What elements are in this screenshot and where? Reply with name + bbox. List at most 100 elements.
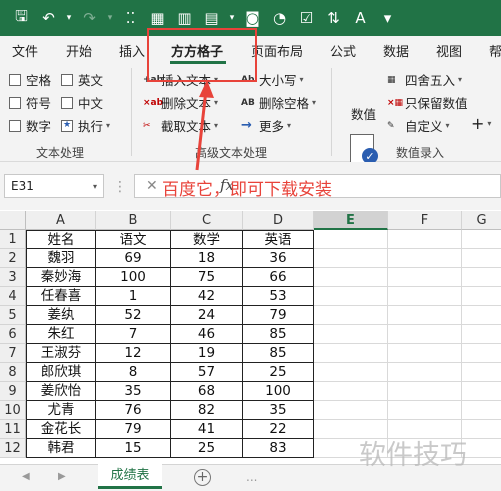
table-cell[interactable]: 15 (96, 439, 171, 458)
table-cell[interactable]: 姜欣怡 (26, 382, 96, 401)
shapes-icon[interactable]: ◔ (266, 6, 293, 30)
table-cell[interactable]: 22 (243, 420, 314, 439)
table-cell[interactable]: 25 (171, 439, 243, 458)
header-cell[interactable]: 英语 (243, 230, 314, 249)
value-button[interactable]: 数值 (351, 104, 376, 123)
table-cell[interactable] (314, 382, 388, 401)
table-cell[interactable]: 85 (243, 344, 314, 363)
table-cell[interactable] (388, 249, 462, 268)
keep-value-button[interactable]: ×▦ 只保留数值 (387, 93, 468, 112)
next-sheet-icon[interactable]: ▶ (58, 471, 66, 482)
table-cell[interactable] (314, 401, 388, 420)
undo-icon[interactable]: ↶ (35, 6, 62, 30)
table-cell[interactable]: 79 (243, 306, 314, 325)
table-cell[interactable]: 76 (96, 401, 171, 420)
table-cell[interactable]: 82 (171, 401, 243, 420)
symbol-checkbox-box[interactable] (9, 96, 21, 109)
table-cell[interactable]: 57 (171, 363, 243, 382)
splitter-handle-icon[interactable]: ⋮ (113, 179, 128, 195)
calculator-icon[interactable]: ▦ (144, 6, 171, 30)
table-cell[interactable]: 25 (243, 363, 314, 382)
add-sheet-icon[interactable]: + (194, 469, 211, 486)
table-cell[interactable]: 42 (171, 287, 243, 306)
row-header-10[interactable]: 10 (0, 401, 26, 420)
chart-icon[interactable]: ▥ (171, 6, 198, 30)
number-checkbox-box[interactable] (9, 119, 21, 132)
tab-formula[interactable]: 公式 (330, 41, 356, 60)
custom-button[interactable]: ✎ 自定义 ▾ (387, 116, 450, 135)
table-cell[interactable] (462, 439, 501, 458)
table-cell[interactable]: 79 (96, 420, 171, 439)
table-cell[interactable] (462, 401, 501, 420)
table-cell[interactable]: 68 (171, 382, 243, 401)
column-header-a[interactable]: A (26, 211, 96, 230)
row-header-7[interactable]: 7 (0, 344, 26, 363)
table-cell[interactable] (314, 249, 388, 268)
more-button[interactable]: → 更多 ▾ (241, 116, 291, 135)
cut-text-button[interactable]: ✂ 截取文本 ▾ (143, 116, 218, 135)
row-header-2[interactable]: 2 (0, 249, 26, 268)
checkbox-icon[interactable]: ☑ (293, 6, 320, 30)
row-header-8[interactable]: 8 (0, 363, 26, 382)
table-cell[interactable]: 7 (96, 325, 171, 344)
round-button[interactable]: ▦ 四舍五入 ▾ (387, 70, 462, 89)
table-cell[interactable] (462, 287, 501, 306)
table-cell[interactable]: 1 (96, 287, 171, 306)
table-cell[interactable]: 18 (171, 249, 243, 268)
table-cell[interactable] (462, 325, 501, 344)
table-cell[interactable]: 魏羽 (26, 249, 96, 268)
table-cell[interactable] (314, 325, 388, 344)
space-checkbox[interactable]: 空格 (9, 70, 51, 89)
font-size-icon[interactable]: A (347, 6, 374, 30)
table-cell[interactable]: 83 (243, 439, 314, 458)
table-cell[interactable] (462, 344, 501, 363)
table-cell[interactable]: 24 (171, 306, 243, 325)
table-cell[interactable]: 66 (243, 268, 314, 287)
table-cell[interactable] (388, 306, 462, 325)
table-cell[interactable]: 朱红 (26, 325, 96, 344)
table-cell[interactable] (314, 363, 388, 382)
table-cell[interactable]: 100 (96, 268, 171, 287)
table-cell[interactable]: 王淑芬 (26, 344, 96, 363)
table-cell[interactable] (388, 363, 462, 382)
table-cell[interactable] (388, 401, 462, 420)
column-header-g[interactable]: G (462, 211, 501, 230)
chinese-checkbox-box[interactable] (61, 96, 73, 109)
table-cell[interactable]: 36 (243, 249, 314, 268)
table-cell[interactable] (462, 420, 501, 439)
table-cell[interactable] (388, 268, 462, 287)
prev-sheet-icon[interactable]: ◀ (22, 471, 30, 482)
table-cell[interactable]: 46 (171, 325, 243, 344)
execute-button[interactable]: ★ 执行 ▾ (61, 116, 110, 135)
table-cell[interactable] (462, 382, 501, 401)
column-header-d[interactable]: D (243, 211, 314, 230)
table-cell[interactable]: 金花长 (26, 420, 96, 439)
table-cell[interactable]: 53 (243, 287, 314, 306)
table-cell[interactable] (388, 344, 462, 363)
table-cell[interactable]: 100 (243, 382, 314, 401)
row-header-3[interactable]: 3 (0, 268, 26, 287)
undo-dropdown-icon[interactable]: ▾ (62, 6, 76, 30)
english-checkbox-box[interactable] (61, 73, 73, 86)
column-header-b[interactable]: B (96, 211, 171, 230)
table-cell[interactable] (314, 306, 388, 325)
number-checkbox[interactable]: 数字 (9, 116, 51, 135)
header-cell[interactable] (388, 230, 462, 249)
cancel-icon[interactable]: ✕ (146, 178, 158, 194)
tab-data[interactable]: 数据 (383, 41, 409, 60)
delete-space-button[interactable]: AB 删除空格 ▾ (241, 93, 316, 112)
customize-qat-icon[interactable]: ▾ (374, 6, 401, 30)
english-checkbox[interactable]: 英文 (61, 70, 103, 89)
tab-insert[interactable]: 插入 (119, 41, 145, 60)
table-cell[interactable]: 任春喜 (26, 287, 96, 306)
sort-icon[interactable]: ⇅ (320, 6, 347, 30)
name-box[interactable]: E31 ▾ (4, 174, 104, 198)
column-header-f[interactable]: F (388, 211, 462, 230)
tab-file[interactable]: 文件 (12, 41, 38, 60)
header-cell[interactable]: 语文 (96, 230, 171, 249)
table-cell[interactable]: 8 (96, 363, 171, 382)
header-cell[interactable] (462, 230, 501, 249)
header-cell[interactable]: 数学 (171, 230, 243, 249)
table-cell[interactable] (314, 344, 388, 363)
row-header-1[interactable]: 1 (0, 230, 26, 249)
